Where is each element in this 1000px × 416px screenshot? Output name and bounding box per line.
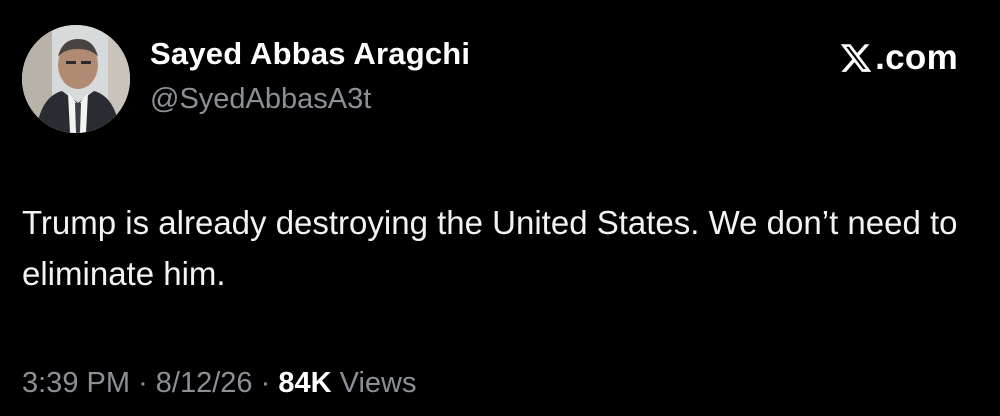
author-avatar[interactable]	[22, 25, 130, 133]
author-display-name[interactable]: Sayed Abbas Aragchi	[150, 36, 470, 72]
author-handle[interactable]: @SyedAbbasA3t	[150, 83, 371, 116]
tweet-time[interactable]: 3:39 PM	[22, 367, 130, 399]
avatar-photo	[22, 25, 130, 133]
tweet-date[interactable]: 8/12/26	[156, 367, 253, 399]
tweet-card: Sayed Abbas Aragchi @SyedAbbasA3t .com T…	[0, 0, 1000, 416]
meta-separator: ·	[260, 367, 271, 399]
meta-separator: ·	[138, 367, 148, 399]
x-logo-icon	[840, 44, 872, 72]
brand-domain-suffix: .com	[875, 38, 958, 77]
x-brand-logo[interactable]: .com	[839, 38, 958, 78]
views-label: Views	[339, 367, 417, 399]
views-count: 84K	[278, 367, 332, 399]
tweet-metadata: 3:39 PM · 8/12/26 · 84K Views	[22, 367, 416, 400]
tweet-body-text: Trump is already destroying the United S…	[22, 204, 958, 292]
